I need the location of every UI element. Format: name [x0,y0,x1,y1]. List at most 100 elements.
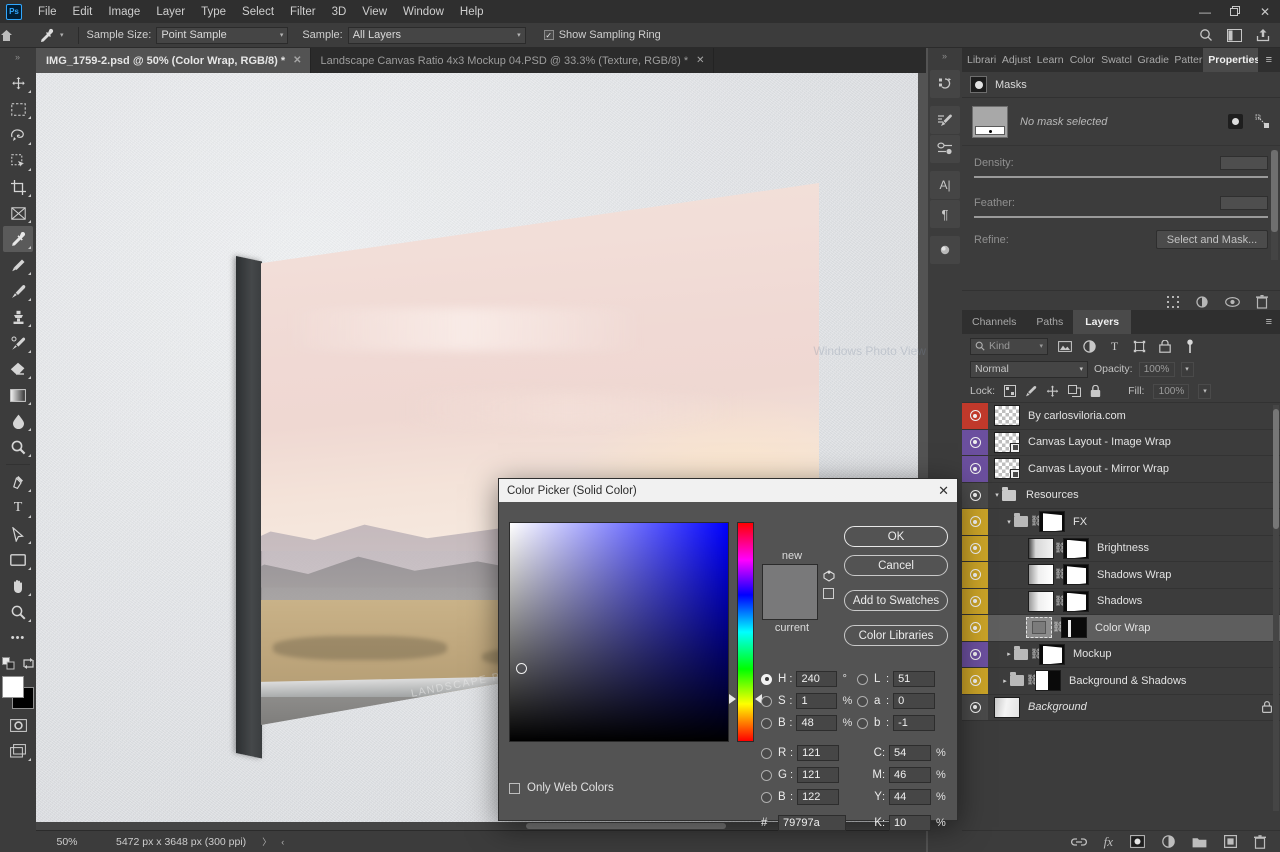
density-slider[interactable] [974,176,1268,178]
layer-color-tag[interactable] [962,430,988,456]
blur-tool[interactable] [3,408,33,434]
layer-mask-thumbnail[interactable] [1063,538,1089,559]
apply-mask-icon[interactable] [1195,295,1209,309]
foreground-color-swatch[interactable] [2,676,24,698]
layer-color-tag[interactable] [962,509,988,535]
link-layers-icon[interactable] [1071,837,1087,847]
hsb-b-input[interactable]: 48 [796,715,837,731]
visibility-eye-icon[interactable] [970,543,981,554]
layer-mask-thumbnail[interactable] [1063,564,1089,585]
status-next-arrow-icon[interactable]: 〉 [262,835,271,848]
show-sampling-ring-checkbox[interactable]: ✓ Show Sampling Ring [544,29,666,41]
layer-name[interactable]: Resources [1026,489,1079,501]
panel-menu-icon[interactable]: ≡ [1258,48,1280,72]
visibility-eye-icon[interactable] [970,410,981,421]
history-panel-icon[interactable] [930,70,960,98]
menu-3d[interactable]: 3D [324,3,355,21]
ok-button[interactable]: OK [844,526,948,547]
layer-thumbnail[interactable] [1028,591,1054,612]
hsb-h-input[interactable]: 240 [796,671,837,687]
density-control[interactable]: Density: [962,146,1280,178]
lock-position-icon[interactable] [1046,385,1059,398]
close-button[interactable]: ✕ [1250,0,1280,23]
menu-image[interactable]: Image [100,3,148,21]
opacity-chevron-down-icon[interactable]: ▾ [1181,362,1194,377]
visibility-eye-icon[interactable] [970,490,981,501]
dodge-tool[interactable] [3,434,33,460]
move-tool[interactable] [3,70,33,96]
mask-link-icon[interactable]: ⛓ [1054,596,1063,607]
mask-link-icon[interactable]: ⛓ [1054,543,1063,554]
object-selection-tool[interactable] [3,148,33,174]
fill-value-field[interactable]: 100% [1153,384,1189,399]
lock-image-pixels-icon[interactable] [1025,385,1037,397]
tab-layers[interactable]: Layers [1073,310,1131,334]
layer-name[interactable]: Brightness [1097,542,1149,554]
crop-tool[interactable] [3,174,33,200]
layers-scrollbar[interactable] [1273,405,1279,811]
mask-link-icon[interactable]: ⛓ [1026,675,1035,686]
lab-l-input[interactable]: 51 [893,671,935,687]
cmyk-y-input[interactable]: 44 [889,789,931,805]
tab-color[interactable]: Color [1065,48,1096,72]
add-vector-mask-icon[interactable] [1255,114,1270,129]
layer-thumbnail[interactable] [994,458,1020,479]
lock-artboard-nesting-icon[interactable] [1068,385,1081,397]
layer-name[interactable]: Background & Shadows [1069,675,1186,687]
visibility-eye-icon[interactable] [970,675,981,686]
density-value-field[interactable] [1220,156,1268,170]
feather-control[interactable]: Feather: [962,178,1280,218]
feather-value-field[interactable] [1220,196,1268,210]
rgb-b-input[interactable]: 122 [797,789,839,805]
menu-help[interactable]: Help [452,3,492,21]
hue-slider[interactable] [737,522,754,742]
layer-color-tag[interactable] [962,695,988,721]
layer-name[interactable]: Shadows [1097,595,1142,607]
zoom-level-field[interactable]: 50% [44,836,90,848]
only-web-colors-checkbox[interactable]: Only Web Colors [509,782,614,794]
table-row-selected[interactable]: ⛓ Color Wrap [962,615,1280,642]
rgb-r-input[interactable]: 121 [797,745,839,761]
table-row[interactable]: Background [962,695,1280,722]
layer-mask-thumbnail[interactable] [1035,670,1061,691]
table-row[interactable]: ▾ ⛓ FX [962,509,1280,536]
default-colors-icon[interactable] [2,657,15,670]
not-web-safe-icon[interactable] [823,588,834,599]
table-row[interactable]: Canvas Layout - Image Wrap [962,430,1280,457]
layer-mask-thumbnail[interactable] [1039,511,1065,532]
clone-stamp-tool[interactable] [3,304,33,330]
mask-link-icon[interactable]: ⛓ [1030,649,1039,660]
filter-toggle-icon[interactable] [1181,338,1198,355]
close-icon[interactable]: ✕ [293,55,301,66]
cmyk-c-input[interactable]: 54 [889,745,931,761]
layer-list[interactable]: By carlosviloria.com Canvas Layout - Ima… [962,402,1280,812]
document-tab-0[interactable]: IMG_1759-2.psd @ 50% (Color Wrap, RGB/8)… [36,48,311,73]
layer-style-icon[interactable]: fx [1104,834,1113,850]
color-field[interactable] [509,522,729,742]
gradient-tool[interactable] [3,382,33,408]
load-selection-icon[interactable] [1167,296,1179,308]
table-row[interactable]: ▸ ⛓ Mockup [962,642,1280,669]
hsb-b-radio[interactable] [761,718,772,729]
rectangle-tool[interactable] [3,547,33,573]
menu-layer[interactable]: Layer [148,3,193,21]
rgb-r-radio[interactable] [761,748,772,759]
lab-a-input[interactable]: 0 [893,693,935,709]
mask-link-icon[interactable]: ⛓ [1054,569,1063,580]
filter-adjustment-icon[interactable] [1081,338,1098,355]
mask-link-icon[interactable]: ⛓ [1052,622,1061,633]
layer-filter-kind-select[interactable]: Kind ▾ [970,338,1048,355]
layer-color-tag[interactable] [962,642,988,668]
color-picker-dialog[interactable]: Color Picker (Solid Color) ✕ new current… [498,478,958,821]
cmyk-k-input[interactable]: 10 [889,815,931,831]
layer-thumbnail[interactable] [1026,617,1052,638]
layer-name[interactable]: Mockup [1073,648,1112,660]
edit-toolbar-button[interactable]: ••• [3,625,33,651]
paragraph-panel-icon[interactable]: ¶ [930,200,960,228]
eyedropper-icon[interactable] [34,25,58,45]
layer-name[interactable]: Color Wrap [1095,622,1150,634]
color-libraries-button[interactable]: Color Libraries [844,625,948,646]
quick-mask-icon[interactable] [3,712,33,738]
panel-grip[interactable]: » [0,52,36,62]
layer-name[interactable]: Canvas Layout - Mirror Wrap [1028,463,1169,475]
